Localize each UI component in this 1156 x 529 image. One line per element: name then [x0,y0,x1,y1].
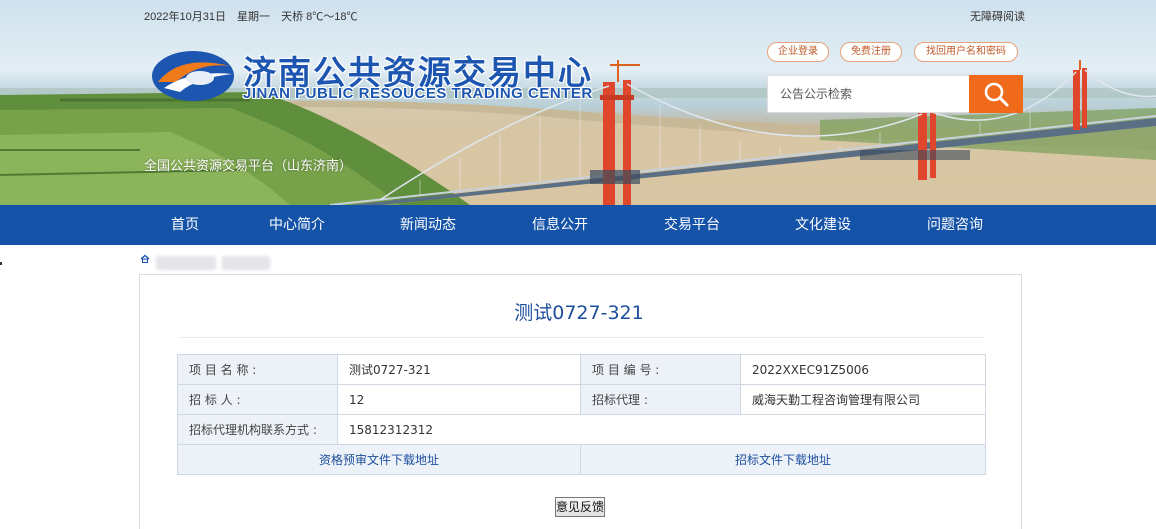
nav-item-home[interactable]: 首页 [145,205,225,245]
search-button[interactable] [969,75,1023,113]
table-row: 招标代理机构联系方式 : 15812312312 [177,414,986,445]
free-register-button[interactable]: 免费注册 [840,42,902,62]
table-row: 项 目 名 称 : 测试0727-321 项 目 编 号 : 2022XXEC9… [177,354,986,385]
date-text: 2022年10月31日 [144,11,226,23]
project-no-value: 2022XXEC91Z5006 [740,354,986,385]
tenderer-label: 招 标 人 : [177,384,338,415]
project-name-value: 测试0727-321 [337,354,581,385]
enterprise-login-button[interactable]: 企业登录 [767,42,829,62]
home-icon[interactable] [140,254,150,264]
accessibility-link[interactable]: 无障碍阅读 [970,8,1025,24]
agent-label: 招标代理 : [580,384,741,415]
nav-item-news[interactable]: 新闻动态 [388,205,468,245]
nav-item-culture[interactable]: 文化建设 [783,205,863,245]
title-divider [179,337,984,338]
header-banner: 2022年10月31日 星期一 天桥 8℃～18℃ 无障碍阅读 济南公共资源交易… [0,0,1156,205]
table-row: 招 标 人 : 12 招标代理 : 威海天勤工程咨询管理有限公司 [177,384,986,415]
nav-item-about[interactable]: 中心简介 [257,205,337,245]
page-title: 测试0727-321 [514,302,644,324]
recover-account-button[interactable]: 找回用户名和密码 [914,42,1018,62]
prequal-download-link[interactable]: 资格预审文件下载地址 [177,444,581,475]
project-name-label: 项 目 名 称 : [177,354,338,385]
contact-label: 招标代理机构联系方式 : [177,414,338,445]
weather-text: 天桥 8℃～18℃ [281,11,358,23]
search-icon [984,82,1009,107]
contact-value: 15812312312 [337,414,986,445]
main-nav: 首页 中心简介 新闻动态 信息公开 交易平台 文化建设 问题咨询 [0,205,1156,245]
jinan-logo-icon [152,51,234,101]
notice-search-input[interactable] [767,75,970,113]
weekday-text: 星期一 [237,11,271,23]
breadcrumb-redacted [222,256,270,270]
brand-name-en: JINAN PUBLIC RESOUCES TRADING CENTER [243,85,593,102]
agent-value: 威海天勤工程咨询管理有限公司 [740,384,986,415]
nav-item-consult[interactable]: 问题咨询 [915,205,995,245]
date-weather-bar: 2022年10月31日 星期一 天桥 8℃～18℃ [144,8,358,24]
tenderer-value: 12 [337,384,581,415]
project-info-table: 项 目 名 称 : 测试0727-321 项 目 编 号 : 2022XXEC9… [177,354,986,475]
nav-item-trading[interactable]: 交易平台 [652,205,732,245]
nav-item-disclosure[interactable]: 信息公开 [520,205,600,245]
breadcrumb-redacted [156,256,216,270]
platform-subtitle: 全国公共资源交易平台（山东济南） [144,159,353,174]
tender-download-link[interactable]: 招标文件下载地址 [580,444,986,475]
project-no-label: 项 目 编 号 : [580,354,741,385]
feedback-button[interactable]: 意见反馈 [555,497,605,517]
edge-marker [0,262,2,265]
table-row: 资格预审文件下载地址 招标文件下载地址 [177,444,986,475]
